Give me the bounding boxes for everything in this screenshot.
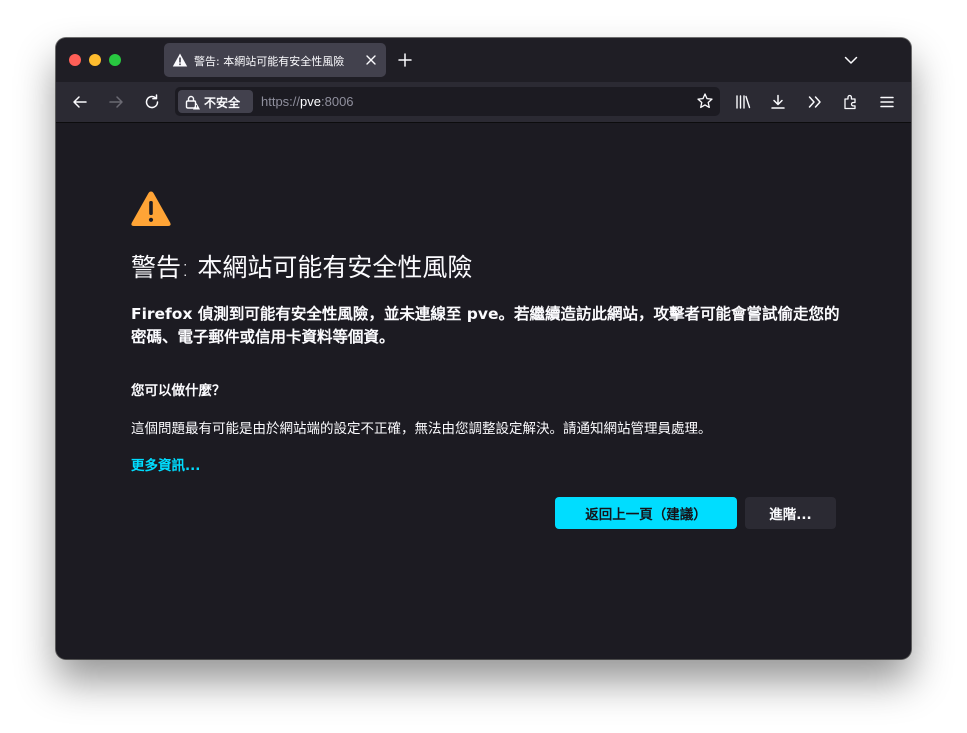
browser-window: 警告: 本網站可能有安全性風險 不安全 https://pve:8006 警告:… bbox=[56, 38, 911, 659]
description-host: pve bbox=[466, 305, 499, 323]
url-suffix: :8006 bbox=[321, 94, 354, 109]
minimize-window-button[interactable] bbox=[89, 54, 101, 66]
library-icon[interactable] bbox=[734, 93, 752, 111]
url-text[interactable]: https://pve:8006 bbox=[261, 94, 354, 109]
navigation-toolbar: 不安全 https://pve:8006 bbox=[56, 82, 911, 123]
page-title: 警告: 本網站可能有安全性風險 bbox=[131, 253, 473, 282]
forward-arrow-icon[interactable] bbox=[107, 93, 125, 111]
hamburger-menu-icon[interactable] bbox=[878, 93, 896, 111]
insecure-lock-icon bbox=[185, 95, 200, 110]
advice-text: 這個問題最有可能是由於網站端的設定不正確，無法由您調整設定解決。請通知網站管理員… bbox=[131, 421, 712, 437]
overflow-chevrons-icon[interactable] bbox=[806, 93, 824, 111]
what-can-you-do-heading: 您可以做什麼？ bbox=[131, 383, 226, 399]
close-window-button[interactable] bbox=[69, 54, 81, 66]
site-identity-button[interactable]: 不安全 bbox=[178, 90, 253, 113]
warning-triangle-icon bbox=[131, 191, 171, 226]
url-host: pve bbox=[300, 94, 321, 109]
extensions-icon[interactable] bbox=[842, 93, 860, 111]
active-tab[interactable]: 警告: 本網站可能有安全性風險 bbox=[164, 43, 386, 77]
error-description: Firefox 偵測到可能有安全性風險，並未連線至 pve。若繼續造訪此網站，攻… bbox=[131, 303, 846, 349]
title-bar: 警告: 本網站可能有安全性風險 bbox=[56, 38, 911, 82]
learn-more-link[interactable]: 更多資訊... bbox=[131, 454, 200, 474]
bookmark-star-icon[interactable] bbox=[696, 92, 714, 110]
tab-title: 警告: 本網站可能有安全性風險 bbox=[194, 55, 345, 68]
zoom-window-button[interactable] bbox=[109, 54, 121, 66]
back-arrow-icon[interactable] bbox=[71, 93, 89, 111]
download-icon[interactable] bbox=[769, 93, 787, 111]
address-bar[interactable]: 不安全 https://pve:8006 bbox=[175, 87, 720, 116]
new-tab-icon[interactable] bbox=[396, 51, 414, 69]
chevron-down-icon[interactable] bbox=[842, 51, 860, 69]
close-tab-icon[interactable] bbox=[362, 51, 380, 69]
advanced-button[interactable]: 進階... bbox=[745, 497, 836, 529]
error-page: 警告: 本網站可能有安全性風險 Firefox 偵測到可能有安全性風險，並未連線… bbox=[56, 123, 911, 659]
warning-icon bbox=[172, 53, 188, 67]
identity-label: 不安全 bbox=[204, 96, 241, 110]
go-back-button[interactable]: 返回上一頁（建議） bbox=[555, 497, 737, 529]
url-prefix: https:// bbox=[261, 94, 301, 109]
description-start: Firefox 偵測到可能有安全性風險，並未連線至 bbox=[131, 305, 467, 323]
reload-icon[interactable] bbox=[143, 93, 161, 111]
